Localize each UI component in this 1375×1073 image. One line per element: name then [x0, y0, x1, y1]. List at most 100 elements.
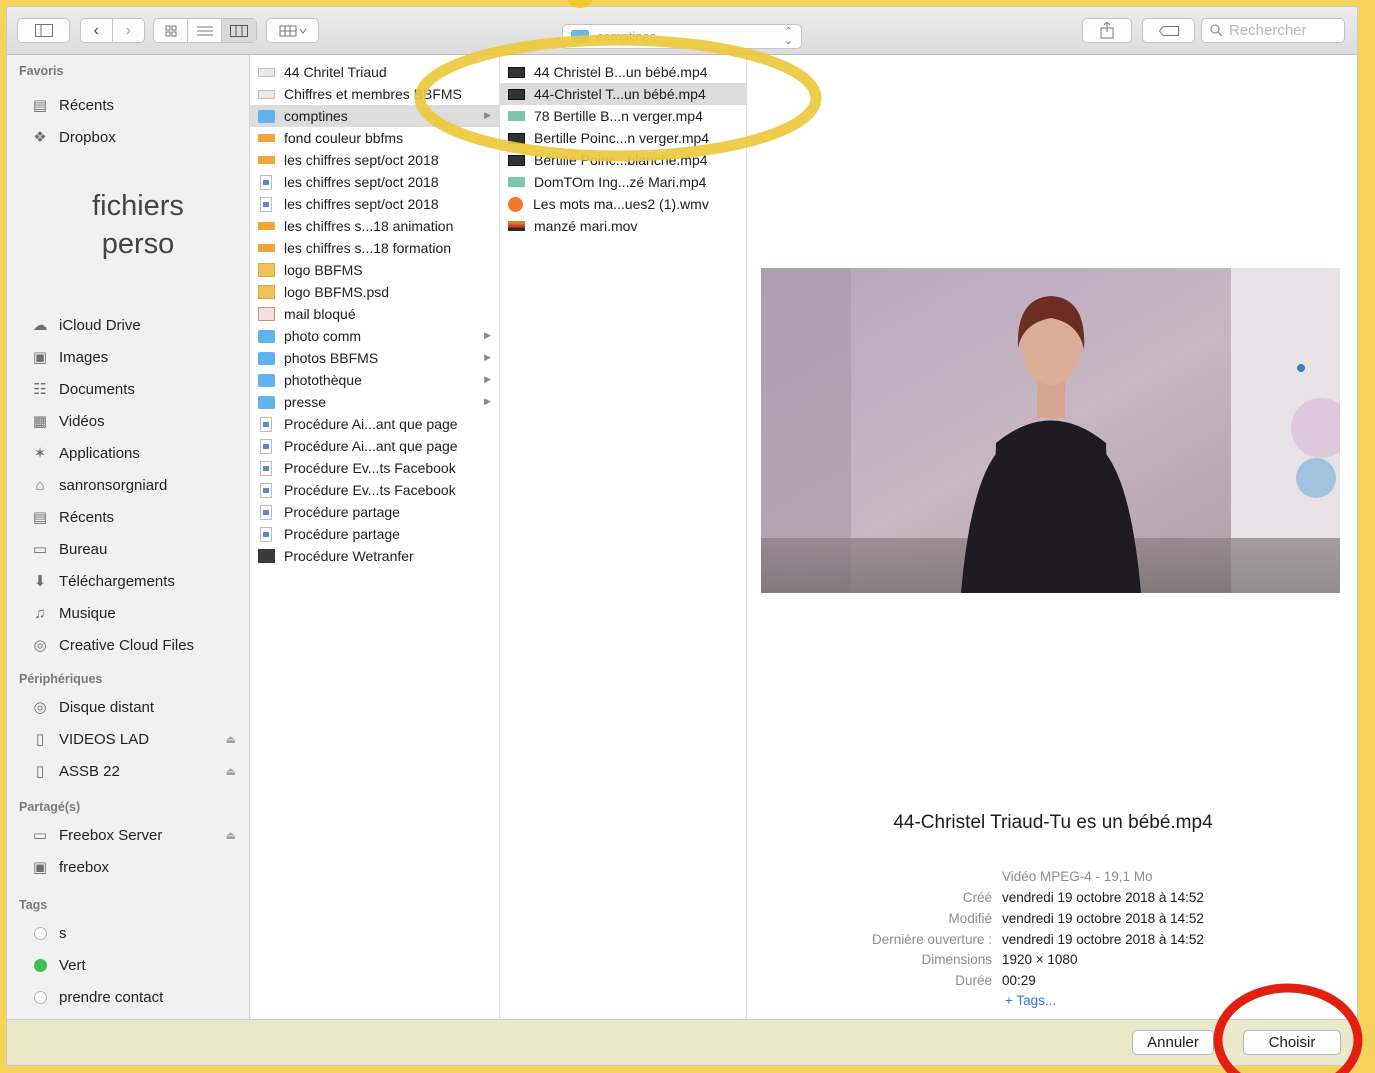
file-name: Chiffres et membres BBFMS — [284, 86, 462, 102]
sidebar-icon — [34, 24, 53, 37]
search-field[interactable] — [1201, 18, 1345, 43]
tag-button[interactable] — [1142, 18, 1195, 43]
file-row-0[interactable]: 44 Chritel Triaud — [250, 61, 499, 83]
file-icon — [258, 89, 275, 99]
file-kind-size: Vidéo MPEG-4 - 19,1 Mo — [1002, 869, 1153, 884]
video-row-1[interactable]: 44-Christel T...un bébé.mp4 — [500, 83, 746, 105]
icon-view-button[interactable] — [154, 19, 188, 42]
sidebar-item-label: Musique — [59, 604, 116, 622]
file-row-2[interactable]: comptines ▶ — [250, 105, 499, 127]
sidebar-item-shared-0[interactable]: ▭ Freebox Server ⏏ — [29, 823, 244, 847]
sidebar-item-favori-1[interactable]: ❖ Dropbox — [29, 125, 244, 149]
preview-pane: 44-Christel Triaud-Tu es un bébé.mp4 Vid… — [747, 55, 1357, 1019]
file-name: photo comm — [284, 328, 362, 344]
sidebar-item-device-1[interactable]: ▯ VIDEOS LAD ⏏ — [29, 727, 244, 751]
file-row-19[interactable]: Procédure Ev...ts Facebook — [250, 479, 499, 501]
back-button[interactable]: ‹ — [81, 19, 113, 42]
file-row-9[interactable]: logo BBFMS — [250, 259, 499, 281]
file-icon — [260, 526, 272, 542]
file-icon — [508, 66, 525, 78]
column-view-button[interactable] — [222, 19, 256, 42]
annotation-note: fichiers perso — [7, 187, 249, 263]
section-title-partages: Partagé(s) — [19, 800, 81, 814]
cancel-button[interactable]: Annuler — [1132, 1030, 1214, 1055]
recents-icon: ▤ — [32, 509, 48, 526]
file-row-6[interactable]: les chiffres sept/oct 2018 — [250, 193, 499, 215]
sidebar-item-favori-7[interactable]: ⌂ sanronsorgniard — [29, 473, 244, 497]
list-view-button[interactable] — [188, 19, 222, 42]
file-row-3[interactable]: fond couleur bbfms — [250, 127, 499, 149]
dialog-button-bar: Annuler Choisir — [7, 1019, 1357, 1065]
search-input[interactable] — [1229, 22, 1339, 39]
sidebar-tag-0[interactable]: s — [29, 921, 244, 945]
file-row-4[interactable]: les chiffres sept/oct 2018 — [250, 149, 499, 171]
info-key: Créé — [962, 890, 992, 905]
sidebar-item-favori-12[interactable]: ◎ Creative Cloud Files — [29, 633, 244, 657]
file-row-20[interactable]: Procédure partage — [250, 501, 499, 523]
location-popup[interactable]: comptines ⌃ ⌄ — [562, 24, 802, 49]
file-row-21[interactable]: Procédure partage — [250, 523, 499, 545]
file-row-11[interactable]: mail bloqué — [250, 303, 499, 325]
file-row-7[interactable]: les chiffres s...18 animation — [250, 215, 499, 237]
sidebar-item-favori-11[interactable]: ♫ Musique — [29, 601, 244, 625]
info-value: 1920 × 1080 — [1002, 952, 1078, 968]
file-icon — [258, 244, 275, 252]
sidebar-item-favori-9[interactable]: ▭ Bureau — [29, 537, 244, 561]
sidebar-item-favori-4[interactable]: ☷ Documents — [29, 377, 244, 401]
file-row-17[interactable]: Procédure Ai...ant que page — [250, 435, 499, 457]
file-row-8[interactable]: les chiffres s...18 formation — [250, 237, 499, 259]
video-row-7[interactable]: manzé mari.mov — [500, 215, 746, 237]
sidebar-item-favori-10[interactable]: ⬇ Téléchargements — [29, 569, 244, 593]
open-file-dialog: ‹ › comptines ⌃ ⌄ Rechercher Favoris Pér… — [6, 6, 1358, 1066]
file-row-5[interactable]: les chiffres sept/oct 2018 — [250, 171, 499, 193]
file-row-12[interactable]: photo comm ▶ — [250, 325, 499, 347]
file-row-18[interactable]: Procédure Ev...ts Facebook — [250, 457, 499, 479]
file-row-16[interactable]: Procédure Ai...ant que page — [250, 413, 499, 435]
file-name: photos BBFMS — [284, 350, 379, 366]
folder-icon — [258, 329, 275, 343]
group-by-button[interactable] — [266, 18, 319, 43]
file-icon — [260, 460, 272, 476]
video-row-6[interactable]: Les mots ma...ues2 (1).wmv — [500, 193, 746, 215]
sidebar-item-device-2[interactable]: ▯ ASSB 22 ⏏ — [29, 759, 244, 783]
eject-icon[interactable]: ⏏ — [226, 829, 236, 842]
sidebar-item-favori-5[interactable]: ▦ Vidéos — [29, 409, 244, 433]
sidebar-item-favori-0[interactable]: ▤ Récents — [29, 93, 244, 117]
sidebar-item-device-0[interactable]: ◎ Disque distant — [29, 695, 244, 719]
video-row-0[interactable]: 44 Christel B...un bébé.mp4 — [500, 61, 746, 83]
file-row-14[interactable]: photothèque ▶ — [250, 369, 499, 391]
file-row-1[interactable]: Chiffres et membres BBFMS — [250, 83, 499, 105]
sidebar-item-favori-6[interactable]: ✶ Applications — [29, 441, 244, 465]
video-row-2[interactable]: 78 Bertille B...n verger.mp4 — [500, 105, 746, 127]
sidebar-toggle-button[interactable] — [17, 18, 70, 43]
sidebar-item-label: Vidéos — [59, 412, 105, 430]
sidebar-item-favori-8[interactable]: ▤ Récents — [29, 505, 244, 529]
sidebar-tag-1[interactable]: Vert — [29, 953, 244, 977]
sidebar-item-favori-2[interactable]: ☁ iCloud Drive — [29, 313, 244, 337]
sidebar-item-shared-1[interactable]: ▣ freebox — [29, 855, 244, 879]
share-button[interactable] — [1082, 18, 1132, 43]
sidebar-item-label: iCloud Drive — [59, 316, 141, 334]
video-row-3[interactable]: Bertille Poinc...n verger.mp4 — [500, 127, 746, 149]
choose-button[interactable]: Choisir — [1243, 1030, 1341, 1055]
sidebar-item-label: Freebox Server — [59, 826, 163, 844]
file-row-22[interactable]: Procédure Wetranfer — [250, 545, 499, 567]
forward-button[interactable]: › — [113, 19, 144, 42]
sidebar-tag-2[interactable]: prendre contact — [29, 985, 244, 1009]
browser-column-2: 44 Christel B...un bébé.mp4 44-Christel T… — [500, 55, 747, 1019]
sidebar-item-favori-3[interactable]: ▣ Images — [29, 345, 244, 369]
video-row-5[interactable]: DomTOm Ing...zé Mari.mp4 — [500, 171, 746, 193]
eject-icon[interactable]: ⏏ — [226, 765, 236, 778]
file-icon — [508, 132, 525, 144]
add-tags-link[interactable]: + Tags... — [1005, 993, 1056, 1013]
file-row-10[interactable]: logo BBFMS.psd — [250, 281, 499, 303]
sidebar: Favoris Périphériques Partagé(s) Tags fi… — [7, 55, 250, 1019]
video-row-4[interactable]: Bertille Poinc...blanche.mp4 — [500, 149, 746, 171]
video-thumbnail — [761, 268, 1340, 593]
eject-icon[interactable]: ⏏ — [226, 733, 236, 746]
file-name: Procédure partage — [284, 504, 400, 520]
file-row-15[interactable]: presse ▶ — [250, 391, 499, 413]
section-title-tags: Tags — [19, 898, 48, 912]
file-row-13[interactable]: photos BBFMS ▶ — [250, 347, 499, 369]
file-name: fond couleur bbfms — [284, 130, 404, 146]
